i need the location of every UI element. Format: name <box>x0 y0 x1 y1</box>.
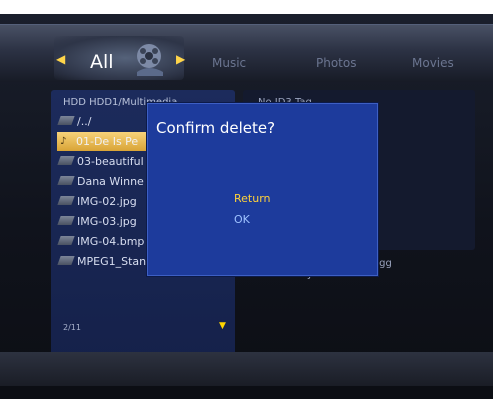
tab-movies[interactable]: Movies <box>412 56 454 70</box>
scroll-down-icon[interactable]: ▼ <box>219 321 226 331</box>
file-name: IMG-03.jpg <box>77 215 137 228</box>
file-icon <box>57 176 75 185</box>
file-icon <box>57 256 75 265</box>
tab-photos[interactable]: Photos <box>316 56 356 70</box>
chevron-left-icon[interactable]: ◀ <box>56 52 65 66</box>
file-name: IMG-04.bmp <box>77 235 145 248</box>
music-note-icon: ♪ <box>60 136 67 147</box>
folder-icon <box>57 116 75 125</box>
file-name: 01-De Is Pe <box>76 135 139 148</box>
file-icon <box>57 216 75 225</box>
file-name: IMG-02.jpg <box>77 195 137 208</box>
bottom-bar <box>0 352 493 386</box>
film-reel-icon <box>137 44 163 76</box>
tab-all[interactable]: All <box>90 51 114 73</box>
media-player-screen: ◀ All ▶ Music Photos Movies HDD HDD1/Mul… <box>0 14 493 399</box>
confirm-delete-dialog: Confirm delete? Return OK <box>147 103 378 276</box>
return-option[interactable]: Return <box>234 192 271 205</box>
tab-music[interactable]: Music <box>212 56 246 70</box>
ok-option[interactable]: OK <box>234 213 250 226</box>
file-name: 03-beautiful <box>77 155 144 168</box>
file-name: /../ <box>77 115 92 128</box>
file-icon <box>57 196 75 205</box>
file-icon <box>57 236 75 245</box>
category-tab-bar: ◀ All ▶ Music Photos Movies <box>0 24 493 82</box>
file-name: Dana Winne <box>77 175 144 188</box>
file-icon <box>57 156 75 165</box>
chevron-right-icon[interactable]: ▶ <box>176 52 185 66</box>
page-indicator: 2/11 <box>63 323 81 332</box>
dialog-title: Confirm delete? <box>156 119 276 137</box>
